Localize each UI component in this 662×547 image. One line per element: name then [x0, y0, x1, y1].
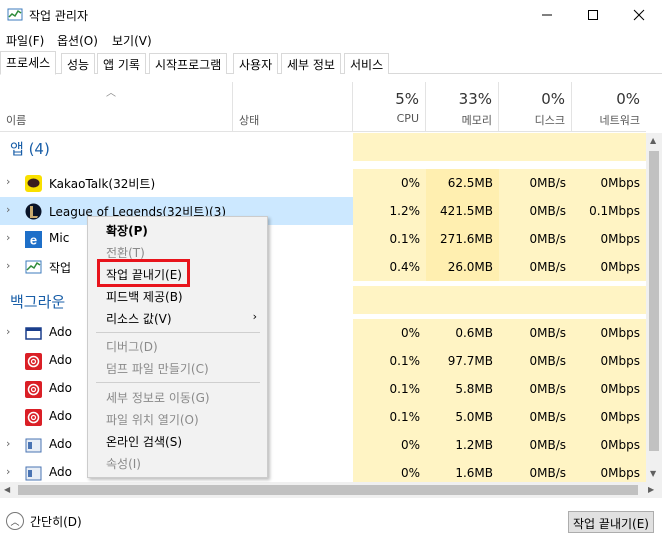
menu-bar: 파일(F) 옵션(O) 보기(V) — [0, 30, 662, 50]
sort-up-icon: ︿ — [106, 88, 116, 99]
menu-item-properties: 속성(I) — [106, 457, 141, 471]
highlight-box — [97, 259, 190, 287]
menu-file[interactable]: 파일(F) — [6, 32, 44, 49]
menu-item-go-to-details: 세부 정보로 이동(G) — [106, 391, 210, 405]
menu-item-expand[interactable]: 확장(P) — [88, 219, 267, 241]
column-status[interactable]: 상태 — [233, 82, 353, 132]
tab-details[interactable]: 세부 정보 — [281, 53, 341, 74]
group-header-apps[interactable]: 앱 (4) — [0, 133, 646, 161]
vertical-scrollbar[interactable]: ▲ ▼ — [646, 133, 662, 482]
chevron-right-icon[interactable]: › — [6, 203, 10, 216]
maximize-button[interactable] — [570, 0, 616, 30]
fewer-details-button[interactable]: ︿ 간단히(D) — [6, 512, 82, 530]
chevron-right-icon[interactable]: › — [6, 465, 10, 478]
chevron-right-icon[interactable]: › — [6, 259, 10, 272]
column-cpu[interactable]: 5% CPU — [353, 82, 426, 132]
chevron-right-icon[interactable]: › — [6, 437, 10, 450]
title-bar: 작업 관리자 — [0, 0, 662, 30]
tab-processes[interactable]: 프로세스 — [0, 51, 57, 75]
context-menu: 확장(P) 전환(T) 작업 끝내기(E) 피드백 제공(B) 리소스 값(V)… — [87, 216, 268, 478]
service-icon — [25, 465, 42, 482]
tab-performance[interactable]: 성능 — [61, 53, 96, 74]
menu-item-search-online[interactable]: 온라인 검색(S) — [88, 430, 267, 452]
horizontal-scrollbar[interactable]: ◀ ▶ — [0, 482, 662, 498]
kakaotalk-icon — [25, 175, 42, 192]
window-title: 작업 관리자 — [29, 9, 89, 23]
end-task-button[interactable]: 작업 끝내기(E) — [568, 511, 654, 533]
menu-separator — [96, 332, 260, 333]
close-button[interactable] — [616, 0, 662, 30]
scroll-down-icon[interactable]: ▼ — [650, 469, 656, 478]
scroll-thumb[interactable] — [18, 485, 638, 495]
column-disk[interactable]: 0% 디스크 — [499, 82, 572, 132]
window-icon — [25, 325, 42, 342]
process-row[interactable]: › KakaoTalk(32비트) 0% 62.5MB 0MB/s 0Mbps — [0, 169, 646, 197]
menu-options[interactable]: 옵션(O) — [57, 32, 98, 49]
tab-app-history[interactable]: 앱 기록 — [97, 53, 146, 74]
footer: ︿ 간단히(D) 작업 끝내기(E) — [0, 500, 662, 547]
scroll-left-icon[interactable]: ◀ — [4, 485, 10, 494]
column-network[interactable]: 0% 네트워크 — [572, 82, 646, 132]
menu-view[interactable]: 보기(V) — [112, 32, 152, 49]
chevron-right-icon: › — [252, 310, 257, 323]
menu-item-resource-values[interactable]: 리소스 값(V) › — [88, 307, 267, 329]
menu-item-create-dump: 덤프 파일 만들기(C) — [106, 362, 209, 376]
tab-users[interactable]: 사용자 — [233, 53, 279, 74]
service-icon — [25, 437, 42, 454]
menu-item-debug: 디버그(D) — [106, 340, 158, 354]
task-manager-icon — [7, 7, 23, 23]
edge-icon: e — [25, 231, 42, 248]
column-name[interactable]: ︿ 이름 — [0, 82, 233, 132]
adobe-cc-icon — [25, 353, 42, 370]
league-icon — [25, 203, 42, 220]
tab-services[interactable]: 서비스 — [344, 53, 390, 74]
minimize-button[interactable] — [524, 0, 570, 30]
svg-text:e: e — [30, 233, 37, 248]
scroll-up-icon[interactable]: ▲ — [650, 136, 656, 145]
chevron-right-icon[interactable]: › — [6, 231, 10, 244]
menu-item-open-file-location: 파일 위치 열기(O) — [106, 413, 199, 427]
scroll-right-icon[interactable]: ▶ — [648, 485, 654, 494]
chevron-right-icon[interactable]: › — [6, 325, 10, 338]
scroll-thumb[interactable] — [649, 151, 659, 451]
task-manager-icon — [25, 259, 42, 276]
tab-strip: 프로세스 성능 앱 기록 시작프로그램 사용자 세부 정보 서비스 — [0, 51, 662, 75]
adobe-cc-icon — [25, 381, 42, 398]
menu-item-feedback[interactable]: 피드백 제공(B) — [88, 285, 267, 307]
chevron-up-icon: ︿ — [6, 512, 24, 530]
adobe-cc-icon — [25, 409, 42, 426]
column-header: ︿ 이름 상태 5% CPU 33% 메모리 0% 디스크 0% 네트워크 — [0, 82, 646, 132]
column-memory[interactable]: 33% 메모리 — [426, 82, 499, 132]
tab-startup[interactable]: 시작프로그램 — [149, 53, 228, 74]
chevron-right-icon[interactable]: › — [6, 175, 10, 188]
menu-separator — [96, 382, 260, 383]
